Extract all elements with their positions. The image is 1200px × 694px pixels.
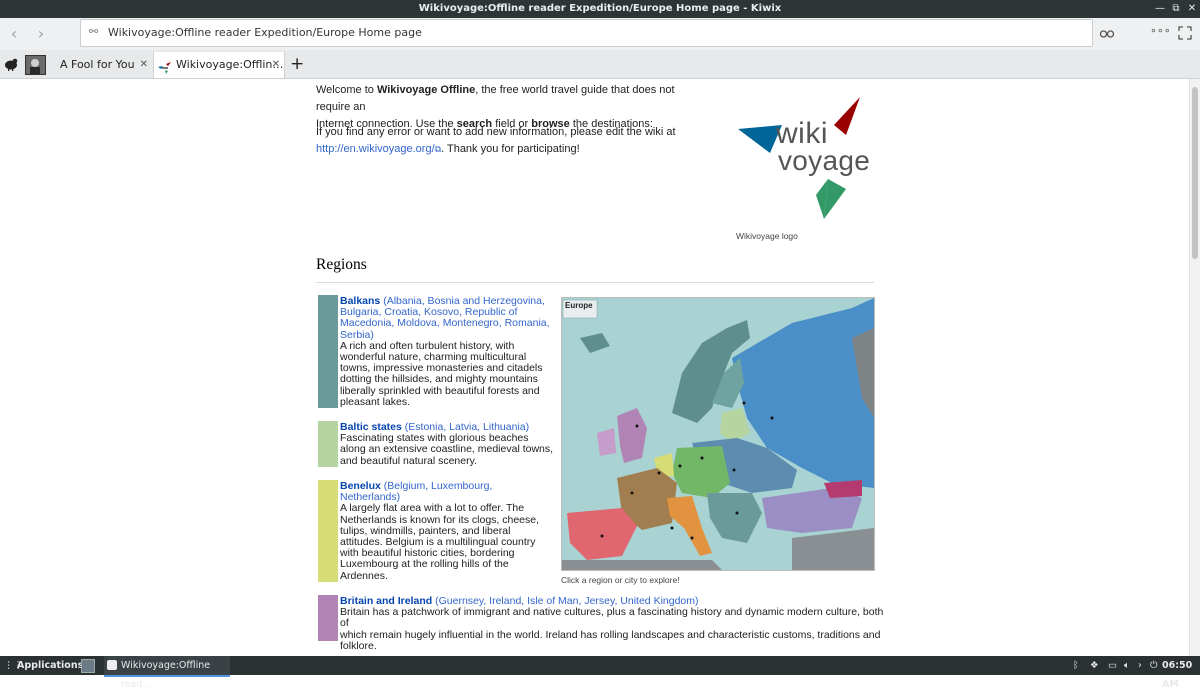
close-icon[interactable]: ✕ xyxy=(1184,1,1200,17)
regions-heading: Regions xyxy=(316,256,367,273)
map-caption: Click a region or city to explore! xyxy=(561,575,680,585)
wikivoyage-favicon-icon xyxy=(158,58,172,74)
back-button[interactable]: ‹ xyxy=(5,25,23,43)
region-description: liberally sprinkled with beautiful fores… xyxy=(340,384,540,397)
edit-paragraph: If you find any error or want to add new… xyxy=(316,124,716,158)
region-countries[interactable]: (Albania, Bosnia and Herzegovina, xyxy=(383,295,545,307)
taskbar-window-kiwix[interactable]: Wikivoyage:Offline read... xyxy=(104,656,230,690)
restore-icon[interactable]: ⧉ xyxy=(1168,1,1184,17)
tab-a-fool-for-you[interactable]: A Fool for You ✕ xyxy=(50,52,152,78)
region-description: folklore. xyxy=(340,639,377,652)
url-field[interactable]: ⚯ Wikivoyage:Offline reader Expedition/E… xyxy=(80,19,1093,47)
region-link-britain-and-ireland[interactable]: Britain and Ireland xyxy=(340,595,432,607)
volume-icon[interactable]: 🔈︎ xyxy=(1124,656,1130,675)
edit-text: . Thank you for participating! xyxy=(441,143,580,155)
forward-button[interactable]: › xyxy=(32,25,50,43)
tab-close-icon[interactable]: ✕ xyxy=(140,52,148,78)
logo-caption: Wikivoyage logo xyxy=(736,231,798,241)
tab-label: A Fool for You xyxy=(60,58,135,71)
tab-close-icon[interactable]: ✕ xyxy=(272,52,280,78)
region-link-benelux[interactable]: Benelux xyxy=(340,480,381,492)
region-swatch-balkans[interactable] xyxy=(318,295,338,408)
logo-word-wiki: wiki xyxy=(776,117,828,150)
region-description: A largely flat area with a lot to offer.… xyxy=(340,502,525,515)
map-title: Europe xyxy=(565,301,593,310)
new-tab-plus-icon[interactable]: + xyxy=(290,52,304,76)
europe-region-map[interactable]: Europe xyxy=(561,297,875,571)
tab-wikivoyage[interactable]: Wikivoyage:Offlin… ✕ xyxy=(153,52,285,78)
intro-bold-title: Wikivoyage Offline xyxy=(376,84,476,96)
notification-chevron-icon[interactable]: › xyxy=(1138,656,1142,675)
region-description: pleasant lakes. xyxy=(340,395,411,408)
region-description: Ardennes. xyxy=(340,569,388,582)
region-description: A rich and often turbulent history, with xyxy=(340,339,515,352)
page-content: Welcome to Wikivoyage Offline, the free … xyxy=(0,79,1189,656)
display-icon[interactable]: ▭ xyxy=(1108,656,1117,675)
region-description: Britain has a patchwork of immigrant and… xyxy=(340,606,884,630)
window-title: Wikivoyage:Offline reader Expedition/Eur… xyxy=(418,3,782,14)
window-titlebar: Wikivoyage:Offline reader Expedition/Eur… xyxy=(0,0,1200,18)
edit-text: If you find any error or want to add new… xyxy=(316,126,676,138)
kiwix-home-icon[interactable] xyxy=(3,56,19,72)
region-description: towns, impressive monasteries and citade… xyxy=(340,362,543,375)
heading-divider xyxy=(316,282,874,283)
scrollbar-thumb[interactable] xyxy=(1192,87,1198,259)
region-countries[interactable]: Netherlands) xyxy=(340,491,400,503)
album-thumbnail-icon[interactable] xyxy=(25,55,46,75)
region-description: with beautiful historic cities, borderin… xyxy=(340,547,515,560)
region-countries[interactable]: Macedonia, Moldova, Montenegro, Romania, xyxy=(340,317,550,329)
logo-word-voyage: voyage xyxy=(778,145,871,176)
region-description: Netherlands is known for its clogs, chee… xyxy=(340,513,540,526)
region-countries[interactable]: Serbia) xyxy=(340,329,374,341)
applications-menu[interactable]: Applications xyxy=(17,656,83,675)
region-description: Fascinating states with glorious beaches xyxy=(340,432,529,445)
toolbar: ‹ › ⚯ Wikivoyage:Offline reader Expediti… xyxy=(0,18,1200,50)
region-description: Luxembourg at the rolling hills of the xyxy=(340,558,509,571)
taskbar: ⋮⋮ Applications Wikivoyage:Offline read.… xyxy=(0,656,1200,690)
region-link-balkans[interactable]: Balkans xyxy=(340,295,380,307)
region-swatch-baltic-states[interactable] xyxy=(318,421,338,467)
dropbox-icon[interactable]: ❖ xyxy=(1090,656,1099,675)
region-description: which remain hugely influential in the w… xyxy=(340,628,881,641)
region-description: attitudes. Belgium is a multilingual cou… xyxy=(340,536,536,549)
region-swatch-benelux[interactable] xyxy=(318,480,338,582)
region-description: dotting the hillsides, and mighty mounta… xyxy=(340,373,538,386)
minimize-icon[interactable]: — xyxy=(1152,1,1168,17)
taskbar-window-label: Wikivoyage:Offline read... xyxy=(121,660,211,690)
region-description: and beautiful natural scenery. xyxy=(340,454,477,467)
vertical-scrollbar[interactable] xyxy=(1189,79,1200,656)
region-britain-and-ireland: Britain and Ireland (Guernsey, Ireland, … xyxy=(340,595,885,652)
tab-label: Wikivoyage:Offlin… xyxy=(176,58,284,71)
fullscreen-icon[interactable] xyxy=(1177,25,1193,41)
reading-glasses-icon[interactable] xyxy=(1099,25,1115,41)
region-description: tulips, windmills, painters, and liberal xyxy=(340,524,511,537)
wikivoyage-external-link[interactable]: http://en.wikivoyage.org/ xyxy=(316,143,435,155)
region-balkans: Balkans (Albania, Bosnia and Herzegovina… xyxy=(340,295,550,408)
region-benelux: Benelux (Belgium, Luxembourg, Netherland… xyxy=(340,480,550,582)
region-baltic-states: Baltic states (Estonia, Latvia, Lithuani… xyxy=(340,421,555,467)
region-countries[interactable]: (Guernsey, Ireland, Isle of Man, Jersey,… xyxy=(435,595,698,607)
intro-text: Welcome to xyxy=(316,84,377,96)
region-description: wonderful nature, charming multicultural xyxy=(340,351,527,364)
url-text: Wikivoyage:Offline reader Expedition/Eur… xyxy=(108,26,422,39)
kiwix-window-icon xyxy=(107,660,117,670)
map-region-central-europe[interactable] xyxy=(672,446,730,498)
menu-more-icon[interactable]: ∘∘∘ xyxy=(1150,24,1171,37)
link-icon: ⚯ xyxy=(89,25,99,38)
region-link-baltic-states[interactable]: Baltic states xyxy=(340,421,402,433)
region-countries[interactable]: (Belgium, Luxembourg, xyxy=(384,480,493,492)
tab-bar: A Fool for You ✕ Wikivoyage:Offlin… ✕ + xyxy=(0,50,1200,79)
region-countries[interactable]: (Estonia, Latvia, Lithuania) xyxy=(405,421,529,433)
power-icon[interactable]: ⏻ xyxy=(1150,656,1158,675)
region-countries[interactable]: Bulgaria, Croatia, Kosovo, Republic of xyxy=(340,306,517,318)
workspace-switcher-icon[interactable] xyxy=(81,659,95,673)
region-description: along an extensive coastline, medieval t… xyxy=(340,443,554,456)
region-swatch-britain-and-ireland[interactable] xyxy=(318,595,338,641)
bluetooth-icon[interactable]: ᛒ xyxy=(1073,656,1079,675)
clock: 06:50 AM xyxy=(1162,660,1193,690)
